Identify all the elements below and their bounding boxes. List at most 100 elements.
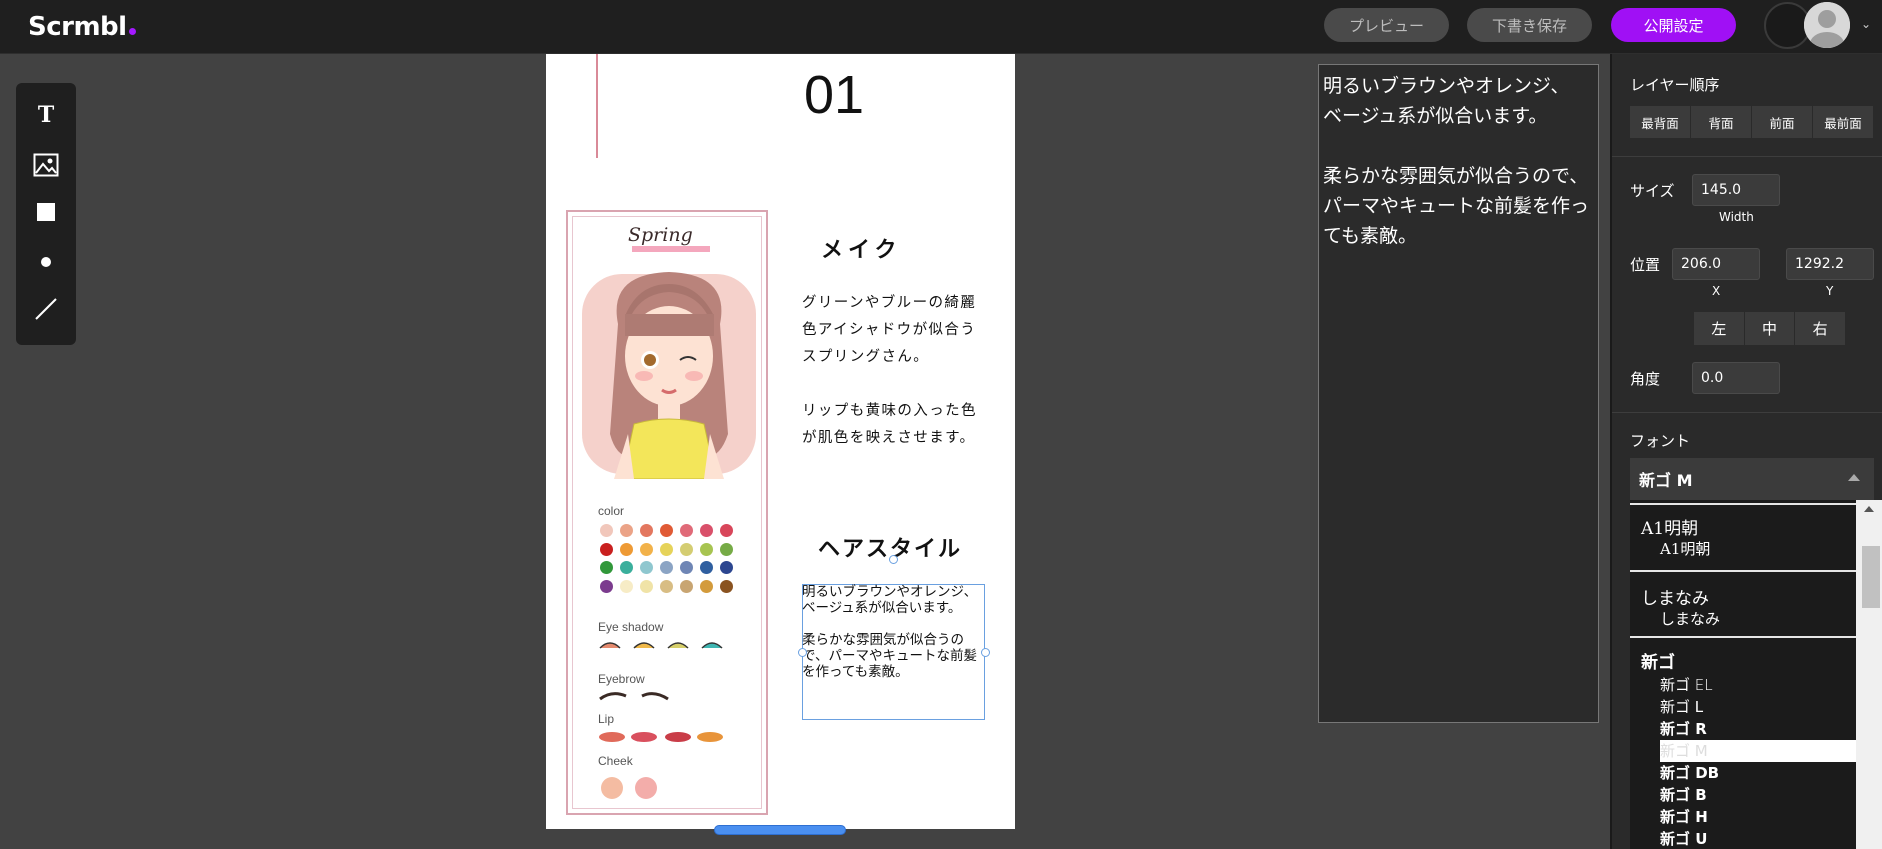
font-list-body: A1明朝 A1明朝 しまなみ しまなみ 新ゴ 新ゴ EL 新ゴ L 新ゴ R 新…	[1630, 500, 1856, 849]
top-bar: Scrmbl プレビュー 下書き保存 公開設定 ⌄	[0, 0, 1882, 54]
cheek-samples	[601, 777, 657, 799]
width-sublabel: Width	[1719, 210, 1754, 224]
swatch	[660, 543, 673, 556]
y-sublabel: Y	[1826, 284, 1834, 298]
dot-icon	[41, 257, 51, 267]
hairstyle-body-text[interactable]: 明るいブラウンやオレンジ、ベージュ系が似合います。 柔らかな雰囲気が似合うので、…	[802, 584, 985, 680]
image-tool-icon[interactable]	[16, 143, 76, 187]
scroll-up-arrow-icon[interactable]	[1864, 506, 1874, 512]
canvas-page[interactable]: 01 Spring color Eye shadow Eyebrow Lip C…	[546, 54, 1015, 829]
swatch	[640, 543, 653, 556]
rectangle-tool-icon[interactable]	[16, 190, 76, 234]
swatch	[680, 580, 693, 593]
account-menu-chevron-icon[interactable]: ⌄	[1861, 17, 1871, 31]
swatch	[660, 561, 673, 574]
properties-panel: レイヤー順序 最背面 背面 前面 最前面 サイズ 145.0 Width 位置 …	[1610, 54, 1882, 849]
swatch	[620, 580, 633, 593]
send-to-back-button[interactable]: 最背面	[1630, 106, 1691, 138]
page-number[interactable]: 01	[804, 64, 864, 126]
page-scroll-handle[interactable]	[714, 825, 846, 835]
bring-forward-button[interactable]: 前面	[1752, 106, 1813, 138]
swatch	[660, 524, 673, 537]
font-group-shingo: 新ゴ	[1641, 653, 1675, 673]
font-option[interactable]: 新ゴ H	[1660, 806, 1708, 827]
spring-illustration-card[interactable]: Spring color Eye shadow Eyebrow Lip Chee…	[566, 210, 768, 815]
swatch	[680, 561, 693, 574]
font-option[interactable]: 新ゴ EL	[1660, 674, 1713, 695]
diagonal-line-icon	[35, 298, 57, 320]
font-list-scroll-thumb[interactable]	[1862, 546, 1880, 608]
font-option[interactable]: 新ゴ B	[1660, 784, 1707, 805]
text-tool-glyph: T	[37, 102, 55, 128]
font-label: フォント	[1630, 432, 1691, 450]
font-list-divider	[1630, 636, 1856, 638]
width-input[interactable]: 145.0	[1692, 174, 1780, 206]
publish-settings-button[interactable]: 公開設定	[1611, 8, 1736, 42]
eyebrow-samples	[599, 692, 669, 701]
line-tool-icon[interactable]	[16, 287, 76, 331]
app-logo[interactable]: Scrmbl	[28, 12, 136, 42]
color-label: color	[598, 504, 625, 518]
accent-vertical-line[interactable]	[596, 54, 598, 158]
logo-dot	[128, 28, 136, 35]
text-editor-panel[interactable]: 明るいブラウンやオレンジ、 ベージュ系が似合います。 柔らかな雰囲気が似合うので…	[1318, 64, 1599, 723]
lip-samples	[599, 732, 723, 742]
swatch	[640, 561, 653, 574]
eyeshadow-label: Eye shadow	[598, 620, 664, 634]
y-input[interactable]: 1292.2	[1786, 248, 1874, 280]
rotate-handle[interactable]	[889, 555, 898, 564]
angle-input[interactable]: 0.0	[1692, 362, 1780, 394]
swatch	[620, 543, 633, 556]
layer-order-buttons: 最背面 背面 前面 最前面	[1630, 106, 1874, 138]
card-title: Spring	[628, 224, 693, 246]
align-buttons: 左 中 右	[1694, 312, 1847, 345]
swatch	[680, 524, 693, 537]
font-option[interactable]: 新ゴ R	[1660, 718, 1707, 739]
resize-handle-left[interactable]	[798, 648, 807, 657]
swatch	[620, 561, 633, 574]
swatch	[620, 524, 633, 537]
align-right-button[interactable]: 右	[1795, 312, 1847, 345]
x-input[interactable]: 206.0	[1672, 248, 1760, 280]
font-option[interactable]: 新ゴ L	[1660, 696, 1703, 717]
save-draft-button[interactable]: 下書き保存	[1467, 8, 1592, 42]
square-icon	[37, 203, 55, 221]
angle-label: 角度	[1630, 370, 1661, 388]
swatch	[700, 524, 713, 537]
swatch	[640, 524, 653, 537]
divider	[1612, 412, 1882, 413]
font-option[interactable]: しまなみ	[1660, 608, 1720, 629]
swatch	[720, 543, 733, 556]
divider	[1612, 156, 1882, 157]
app-logo-text: Scrmbl	[28, 12, 127, 42]
title-ribbon	[632, 246, 710, 252]
font-option-selected[interactable]: 新ゴ M	[1660, 740, 1856, 762]
swatch	[700, 580, 713, 593]
font-option[interactable]: A1明朝	[1660, 538, 1710, 559]
font-selected-value: 新ゴ M	[1639, 471, 1693, 490]
swatch	[600, 543, 613, 556]
user-icon	[1804, 2, 1850, 48]
text-tool-icon[interactable]: T	[16, 93, 76, 137]
font-list-divider	[1630, 570, 1856, 572]
send-backward-button[interactable]: 背面	[1691, 106, 1752, 138]
circle-tool-icon[interactable]	[16, 240, 76, 284]
resize-handle-right[interactable]	[981, 648, 990, 657]
preview-button[interactable]: プレビュー	[1324, 8, 1449, 42]
caret-up-icon	[1848, 474, 1860, 481]
make-heading[interactable]: メイク	[821, 232, 902, 264]
font-option[interactable]: 新ゴ U	[1660, 828, 1707, 849]
swatch	[680, 543, 693, 556]
font-dropdown-list[interactable]: A1明朝 A1明朝 しまなみ しまなみ 新ゴ 新ゴ EL 新ゴ L 新ゴ R 新…	[1630, 500, 1882, 849]
bring-to-front-button[interactable]: 最前面	[1813, 106, 1874, 138]
align-center-button[interactable]: 中	[1744, 312, 1796, 345]
make-body-text[interactable]: グリーンやブルーの綺麗色アイシャドウが似合うスプリングさん。 リップも黄味の入っ…	[802, 290, 978, 452]
align-left-button[interactable]: 左	[1694, 312, 1745, 345]
swatch	[600, 524, 613, 537]
font-select[interactable]: 新ゴ M	[1630, 458, 1874, 500]
cheek-label: Cheek	[598, 754, 633, 768]
user-avatar[interactable]	[1804, 2, 1850, 48]
font-option[interactable]: 新ゴ DB	[1660, 762, 1719, 783]
tool-palette: T	[16, 83, 76, 345]
swatch	[700, 543, 713, 556]
